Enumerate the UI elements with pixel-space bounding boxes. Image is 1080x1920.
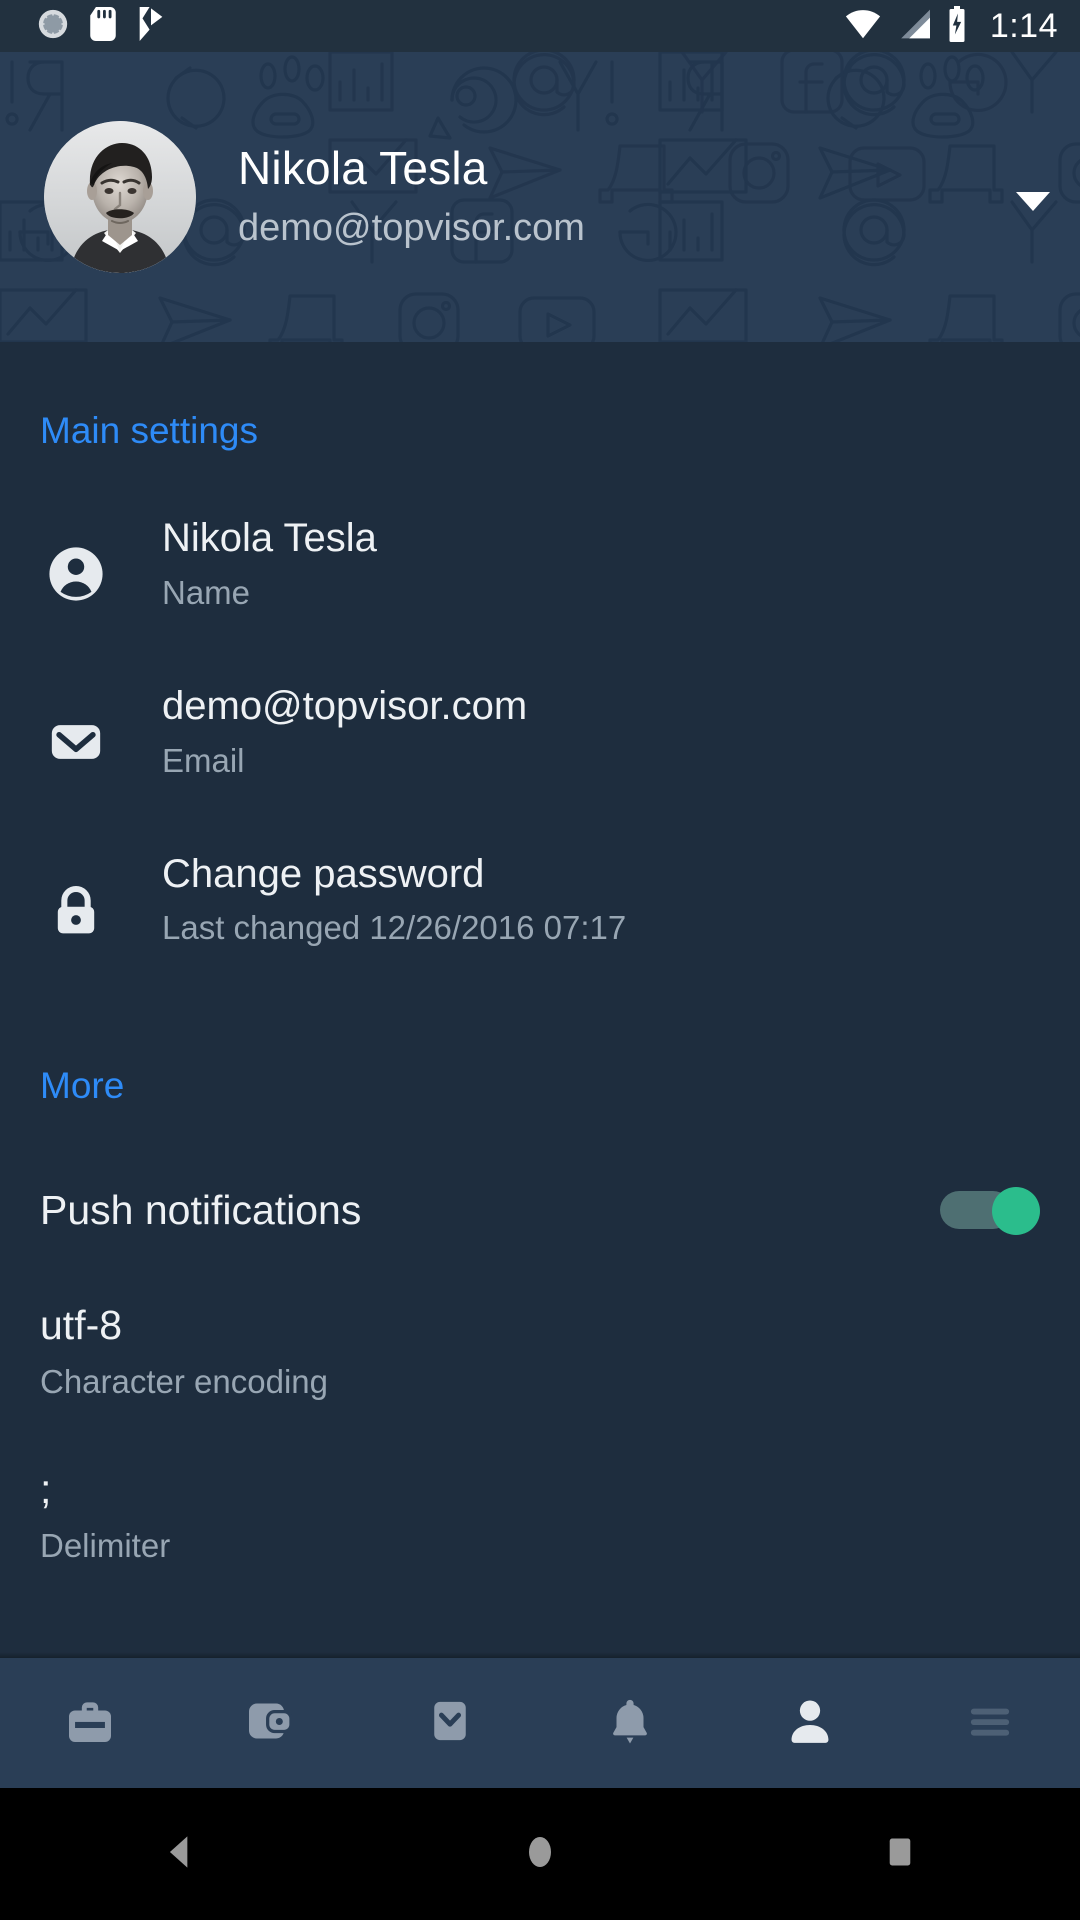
- person-icon: [44, 542, 108, 606]
- settings-row-push-notifications[interactable]: Push notifications: [0, 1186, 1080, 1236]
- lock-icon: [44, 878, 108, 942]
- nav-item-projects[interactable]: [0, 1658, 180, 1788]
- section-title-main-settings: Main settings: [40, 410, 258, 451]
- settings-row-delimiter[interactable]: ; Delimiter: [0, 1465, 1080, 1564]
- nav-item-wallet[interactable]: [180, 1658, 360, 1788]
- chevron-down-icon[interactable]: [1016, 191, 1050, 211]
- hamburger-menu-icon: [963, 1694, 1017, 1753]
- status-bar-clock: 1:14: [989, 7, 1058, 45]
- person-icon: [783, 1694, 837, 1753]
- sysnav-home[interactable]: [360, 1830, 720, 1879]
- bell-icon: [603, 1694, 657, 1753]
- settings-row-character-encoding[interactable]: utf-8 Character encoding: [0, 1303, 1080, 1400]
- settings-row-email[interactable]: demo@topvisor.com Email: [0, 684, 1080, 780]
- row-value-delimiter: ;: [40, 1465, 52, 1512]
- settings-content: Main settings Nikola Tesla Name demo@top…: [0, 342, 1080, 1658]
- profile-email: demo@topvisor.com: [238, 206, 585, 249]
- wallet-icon: [242, 1693, 298, 1754]
- status-bar: 1:14: [0, 0, 1080, 52]
- profile-name: Nikola Tesla: [238, 142, 488, 195]
- nav-item-menu[interactable]: [900, 1658, 1080, 1788]
- sysnav-recents[interactable]: [720, 1833, 1080, 1876]
- nav-item-notifications[interactable]: [540, 1658, 720, 1788]
- cell-signal-icon: [896, 8, 932, 45]
- row-label-email: Email: [162, 741, 245, 779]
- toggle-thumb: [992, 1187, 1040, 1236]
- battery-charging-icon: [946, 5, 968, 47]
- row-label-delimiter: Delimiter: [40, 1526, 171, 1564]
- settings-row-name[interactable]: Nikola Tesla Name: [0, 516, 1080, 612]
- bottom-navigation-bar: [0, 1652, 1080, 1788]
- avatar-portrait: [44, 121, 196, 273]
- briefcase-icon: [62, 1693, 118, 1754]
- row-value-change-password: Change password: [162, 851, 485, 896]
- wifi-icon: [844, 8, 882, 45]
- row-label-character-encoding: Character encoding: [40, 1363, 329, 1401]
- checkmark-flag-icon: [136, 6, 166, 46]
- android-system-navigation: [0, 1788, 1080, 1920]
- profile-info: Nikola Tesla demo@topvisor.com: [238, 144, 1006, 249]
- row-label-last-changed: Last changed 12/26/2016 07:17: [162, 909, 627, 947]
- home-icon: [518, 1830, 562, 1879]
- alarm-ring-icon: [36, 7, 70, 46]
- phone-screen: 1:14 Nikola Tesla demo@topvisor.com Main…: [0, 0, 1080, 1920]
- mail-icon: [423, 1694, 477, 1753]
- push-notifications-toggle[interactable]: [940, 1187, 1040, 1236]
- profile-header[interactable]: Nikola Tesla demo@topvisor.com: [0, 52, 1080, 342]
- settings-row-change-password[interactable]: Change password Last changed 12/26/2016 …: [0, 852, 1080, 948]
- recents-icon: [881, 1833, 919, 1876]
- sysnav-back[interactable]: [0, 1830, 360, 1879]
- row-label-name: Name: [162, 573, 251, 611]
- avatar[interactable]: [44, 121, 196, 273]
- row-value-name: Nikola Tesla: [162, 516, 377, 560]
- mail-icon: [44, 710, 108, 774]
- nav-item-profile[interactable]: [720, 1658, 900, 1788]
- back-icon: [158, 1830, 202, 1879]
- sd-card-icon: [90, 6, 116, 46]
- section-title-more: More: [40, 1065, 125, 1107]
- row-value-push-notifications: Push notifications: [40, 1186, 362, 1233]
- nav-item-mail[interactable]: [360, 1658, 540, 1788]
- status-bar-left-icons: [36, 6, 166, 46]
- row-value-character-encoding: utf-8: [40, 1302, 123, 1349]
- row-value-email: demo@topvisor.com: [162, 683, 528, 728]
- status-bar-right-icons: 1:14: [844, 5, 1058, 47]
